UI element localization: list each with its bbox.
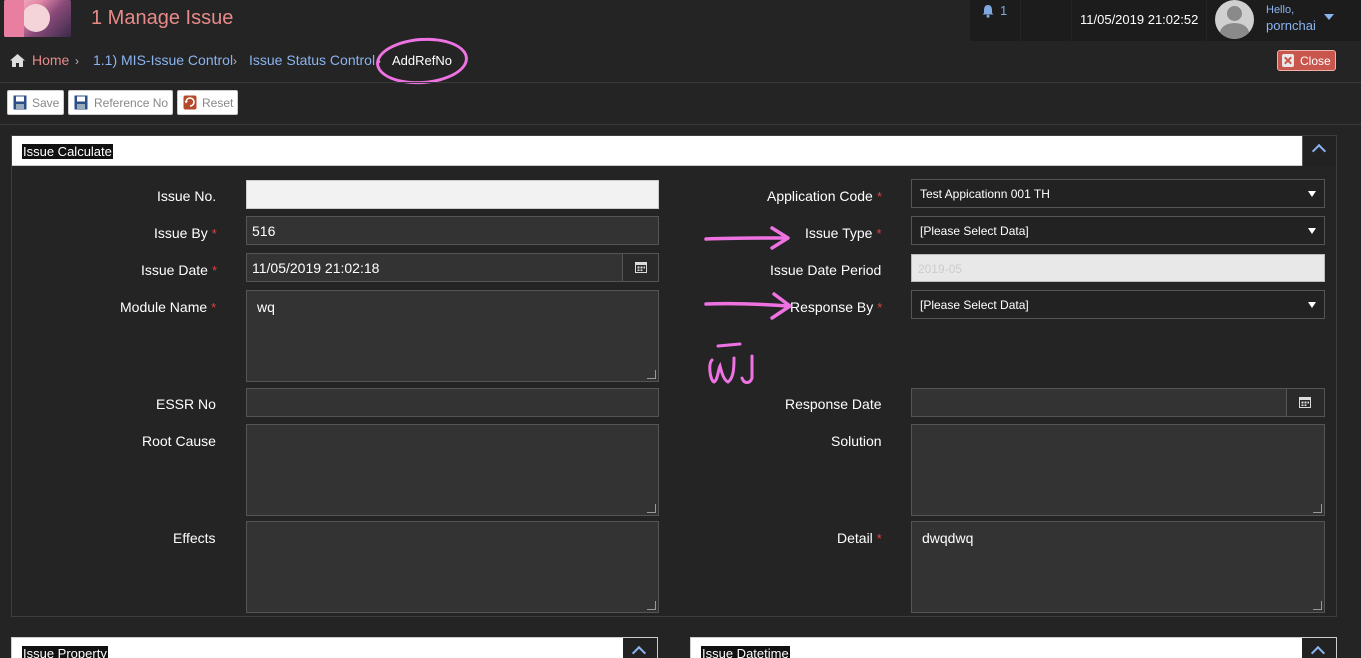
chevron-down-icon <box>1308 302 1316 308</box>
issue-property-title: Issue Property <box>22 646 108 658</box>
effects-textarea[interactable] <box>246 521 659 613</box>
issue-property-panel: Issue Property <box>11 637 658 658</box>
close-label: Close <box>1300 54 1331 68</box>
bell-icon <box>982 5 994 18</box>
chevron-up-icon <box>1311 143 1327 159</box>
clock-display: 11/05/2019 21:02:52 <box>1072 0 1206 41</box>
issue-type-select[interactable]: [Please Select Data] <box>911 216 1325 245</box>
breadcrumb-separator: › <box>75 54 79 68</box>
solution-textarea[interactable] <box>911 424 1325 516</box>
reference-no-button[interactable]: Reference No <box>68 90 173 115</box>
save-label: Save <box>32 96 60 110</box>
avatar <box>1215 0 1254 39</box>
app-logo[interactable] <box>4 0 71 37</box>
panel-collapse-button[interactable] <box>1302 136 1336 166</box>
divider <box>0 82 1361 83</box>
response-by-label: Response By * <box>790 299 883 315</box>
notification-count: 1 <box>1000 3 1008 18</box>
reference-icon <box>74 95 88 110</box>
greeting: Hello, <box>1266 4 1295 16</box>
current-datetime: 11/05/2019 21:02:52 <box>1080 12 1199 27</box>
page-title: 1 Manage Issue <box>91 7 234 29</box>
issue-type-label: Issue Type * <box>805 225 882 241</box>
annotation-circle <box>374 34 470 88</box>
reset-label: Reset <box>202 96 234 110</box>
issue-date-input[interactable]: 11/05/2019 21:02:18 <box>246 253 659 282</box>
detail-textarea[interactable]: dwqdwq <box>911 521 1325 613</box>
calendar-icon <box>635 262 647 273</box>
issue-date-calendar-button[interactable] <box>622 254 658 281</box>
reset-icon <box>183 95 197 110</box>
header-spacer <box>1021 0 1071 41</box>
chevron-down-icon <box>1308 191 1316 197</box>
root-cause-label: Root Cause <box>142 433 216 449</box>
issue-type-value: [Please Select Data] <box>920 224 1029 238</box>
application-code-select[interactable]: Test Appicationn 001 TH <box>911 179 1325 208</box>
response-date-calendar-button[interactable] <box>1286 389 1324 416</box>
issue-datetime-collapse-button[interactable] <box>1302 638 1336 658</box>
solution-label: Solution <box>831 433 882 449</box>
breadcrumb-mis-issue-control[interactable]: 1.1) MIS-Issue Control <box>93 52 233 68</box>
issue-by-label: Issue By * <box>154 225 217 241</box>
chevron-down-icon <box>1308 228 1316 234</box>
effects-label: Effects <box>173 530 216 546</box>
response-by-select[interactable]: [Please Select Data] <box>911 290 1325 319</box>
module-name-textarea[interactable]: wq <box>246 290 659 382</box>
calendar-icon <box>1299 397 1311 408</box>
annotation-arrow <box>704 226 790 250</box>
chevron-up-icon <box>1310 645 1326 658</box>
module-name-label: Module Name * <box>120 299 217 315</box>
issue-no-label: Issue No. <box>157 188 217 204</box>
save-icon <box>13 95 27 110</box>
issue-date-period-label: Issue Date Period <box>770 262 882 278</box>
issue-property-collapse-button[interactable] <box>623 638 657 658</box>
breadcrumb-home[interactable]: Home <box>32 52 69 68</box>
issue-date-period-input[interactable]: 2019-05 <box>911 254 1325 282</box>
user-menu[interactable]: Hello, pornchai <box>1207 0 1361 41</box>
close-button[interactable]: Close <box>1277 50 1336 71</box>
issue-date-value: 11/05/2019 21:02:18 <box>252 260 380 276</box>
application-code-value: Test Appicationn 001 TH <box>920 187 1050 201</box>
username: pornchai <box>1266 18 1316 33</box>
reference-label: Reference No <box>94 96 169 110</box>
response-date-input[interactable] <box>911 388 1325 417</box>
chevron-down-icon <box>1324 14 1334 20</box>
annotation-handwriting <box>708 342 754 384</box>
divider <box>0 124 1361 125</box>
issue-datetime-title: Issue Datetime <box>701 646 790 658</box>
issue-datetime-panel: Issue Datetime <box>690 637 1337 658</box>
reset-button[interactable]: Reset <box>177 90 238 115</box>
response-date-label: Response Date <box>785 396 882 412</box>
notification-button[interactable]: 1 <box>970 0 1020 41</box>
application-code-label: Application Code * <box>767 188 882 204</box>
issue-no-input[interactable] <box>246 180 659 209</box>
detail-label: Detail * <box>837 530 882 546</box>
save-button[interactable]: Save <box>7 90 64 115</box>
root-cause-textarea[interactable] <box>246 424 659 516</box>
response-by-value: [Please Select Data] <box>920 298 1029 312</box>
essr-no-input[interactable] <box>246 388 659 417</box>
panel-title: Issue Calculate <box>22 144 113 159</box>
close-icon <box>1282 54 1294 67</box>
essr-no-label: ESSR No <box>156 396 216 412</box>
home-icon <box>10 54 25 67</box>
panel-header: Issue Calculate <box>12 136 1336 166</box>
breadcrumb-issue-status-control[interactable]: Issue Status Control <box>249 52 375 68</box>
issue-date-label: Issue Date * <box>141 262 217 278</box>
top-header: 1 Manage Issue 1 11/05/2019 21:02:52 Hel… <box>0 0 1361 42</box>
breadcrumb-separator: › <box>233 54 237 68</box>
chevron-up-icon <box>631 645 647 658</box>
annotation-arrow <box>704 292 792 320</box>
issue-by-input[interactable]: 516 <box>246 216 659 245</box>
